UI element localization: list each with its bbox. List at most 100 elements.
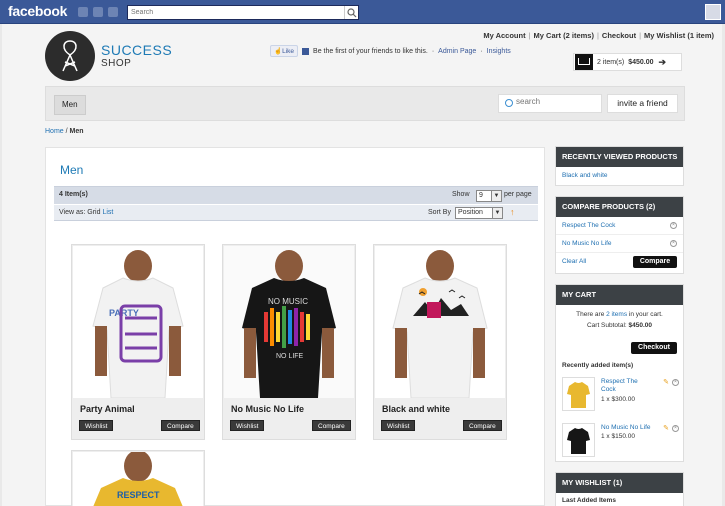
compare-actions: Clear All Compare (556, 253, 683, 271)
chevron-down-icon: ▼ (491, 191, 501, 201)
my-account-link[interactable]: My Account (483, 31, 525, 40)
like-button[interactable]: ☝Like (270, 45, 299, 57)
cart-item-shirt (567, 428, 590, 454)
sort-by-label: Sort By (428, 209, 451, 216)
wishlist-title: MY WISHLIST (1) (556, 473, 683, 493)
cart-item-shirt (567, 382, 590, 408)
breadcrumb-current: Men (69, 128, 84, 135)
like-text: Be the first of your friends to like thi… (313, 47, 428, 55)
cart-item-name[interactable]: No Music No Life (601, 424, 657, 432)
store-page: SUCCESS SHOP My Account | My Cart (2 ite… (2, 24, 722, 506)
remove-icon[interactable]: × (670, 240, 677, 247)
my-cart-link[interactable]: My Cart (2 items) (534, 31, 594, 40)
friend-requests-icon[interactable] (78, 7, 88, 17)
messages-icon[interactable] (93, 7, 103, 17)
svg-text:RESPECT: RESPECT (117, 490, 160, 500)
store-logo-text[interactable]: SUCCESS (101, 42, 172, 58)
compare-button[interactable]: Compare (463, 420, 502, 431)
wishlist-button[interactable]: Wishlist (230, 420, 265, 431)
toolbar-top: 4 Item(s) Show 9 ▼ per page (54, 186, 538, 204)
recently-viewed-link[interactable]: Black and white (562, 172, 608, 179)
link-separator: | (528, 31, 531, 40)
category-panel: Men 4 Item(s) Show 9 ▼ per page View as: … (45, 147, 545, 506)
compare-item-link[interactable]: Respect The Cock (562, 222, 615, 229)
product-image[interactable]: PARTY (73, 246, 203, 398)
product-card[interactable]: RESPECT (71, 450, 205, 506)
product-card[interactable]: NO MUSIC NO LIFE No Music No Life Wishli… (222, 244, 356, 440)
wishlist-button[interactable]: Wishlist (381, 420, 416, 431)
link-separator: | (596, 31, 599, 40)
link-separator: · (431, 47, 435, 55)
cart-icon (575, 54, 593, 70)
wishlist-block: MY WISHLIST (1) Last Added Items (555, 472, 684, 506)
facebook-like-row: ☝Like Be the first of your friends to li… (270, 45, 511, 57)
remove-icon[interactable]: × (672, 379, 679, 386)
edit-icon[interactable]: ✎ (663, 424, 669, 432)
store-search (498, 94, 602, 113)
cart-summary: There are 2 items in your cart. (576, 311, 663, 318)
product-card[interactable]: PARTY Party Animal Wishlist Compare (71, 244, 205, 440)
facebook-bar: facebook (0, 0, 725, 24)
recently-viewed-title: RECENTLY VIEWED PRODUCTS (556, 147, 683, 167)
insights-link[interactable]: Insights (487, 48, 511, 55)
facebook-icon (302, 47, 310, 55)
notifications-icon[interactable] (108, 7, 118, 17)
sort-select[interactable]: Position ▼ (455, 207, 503, 219)
facebook-search (127, 5, 359, 20)
mini-cart-count: 2 item(s) (597, 58, 625, 66)
mini-cart[interactable]: 2 item(s) $450.00 ➔ (573, 53, 682, 71)
product-image[interactable]: RESPECT (73, 452, 203, 506)
breadcrumb-home[interactable]: Home (45, 128, 64, 135)
cart-items-link[interactable]: 2 items (606, 311, 627, 318)
product-image[interactable] (375, 246, 505, 398)
compare-button[interactable]: Compare (312, 420, 351, 431)
product-shirt (392, 277, 488, 398)
remove-icon[interactable]: × (672, 425, 679, 432)
admin-page-link[interactable]: Admin Page (438, 48, 476, 55)
cart-item-name[interactable]: Respect The Cock (601, 378, 649, 394)
search-icon[interactable] (344, 6, 358, 19)
per-page-select[interactable]: 9 ▼ (476, 190, 502, 202)
edit-icon[interactable]: ✎ (663, 378, 669, 386)
svg-text:NO LIFE: NO LIFE (276, 353, 304, 360)
cart-block: MY CART There are 2 items in your cart. … (555, 284, 684, 462)
list-item: Respect The Cock × (556, 217, 683, 235)
view-mode: View as: Grid List (59, 209, 114, 216)
sort-direction-icon[interactable]: ↑ (510, 207, 515, 217)
product-name[interactable]: Party Animal (80, 404, 135, 414)
checkout-button[interactable]: Checkout (631, 342, 677, 354)
remove-icon[interactable]: × (670, 222, 677, 229)
product-name[interactable]: Black and white (382, 404, 450, 414)
thumbs-up-icon: ☝ (274, 48, 283, 55)
cart-item-qty: 1 x $300.00 (601, 396, 635, 403)
cart-item-image[interactable] (562, 423, 595, 457)
compare-item-link[interactable]: No Music No Life (562, 240, 612, 247)
mini-cart-total: $450.00 (628, 58, 654, 66)
show-label: Show (452, 191, 470, 198)
cart-item: Respect The Cock 1 x $300.00 ✎ × (562, 377, 679, 413)
store-logo-subtext[interactable]: SHOP (101, 58, 131, 69)
avatar[interactable] (705, 4, 721, 20)
compare-button[interactable]: Compare (161, 420, 200, 431)
checkout-link[interactable]: Checkout (602, 31, 636, 40)
cart-item-image[interactable] (562, 377, 595, 411)
product-card[interactable]: Black and white Wishlist Compare (373, 244, 507, 440)
list-view-link[interactable]: List (102, 209, 113, 216)
list-item: No Music No Life × (556, 235, 683, 253)
compare-button[interactable]: Compare (633, 256, 677, 268)
product-image[interactable]: NO MUSIC NO LIFE (224, 246, 354, 398)
link-separator: · (480, 47, 483, 55)
facebook-logo[interactable]: facebook (8, 3, 67, 19)
store-logo-icon[interactable] (45, 31, 95, 81)
my-wishlist-link[interactable]: My Wishlist (1 item) (644, 31, 714, 40)
compare-title: COMPARE PRODUCTS (2) (556, 197, 683, 217)
product-name[interactable]: No Music No Life (231, 404, 304, 414)
link-separator: | (639, 31, 642, 40)
main-nav: Men invite a friend (45, 86, 685, 121)
wishlist-button[interactable]: Wishlist (79, 420, 114, 431)
facebook-search-input[interactable] (128, 6, 328, 19)
store-search-input[interactable] (516, 97, 596, 106)
clear-all-link[interactable]: Clear All (562, 258, 586, 265)
invite-friend-button[interactable]: invite a friend (607, 94, 678, 113)
nav-item-men[interactable]: Men (54, 95, 86, 115)
